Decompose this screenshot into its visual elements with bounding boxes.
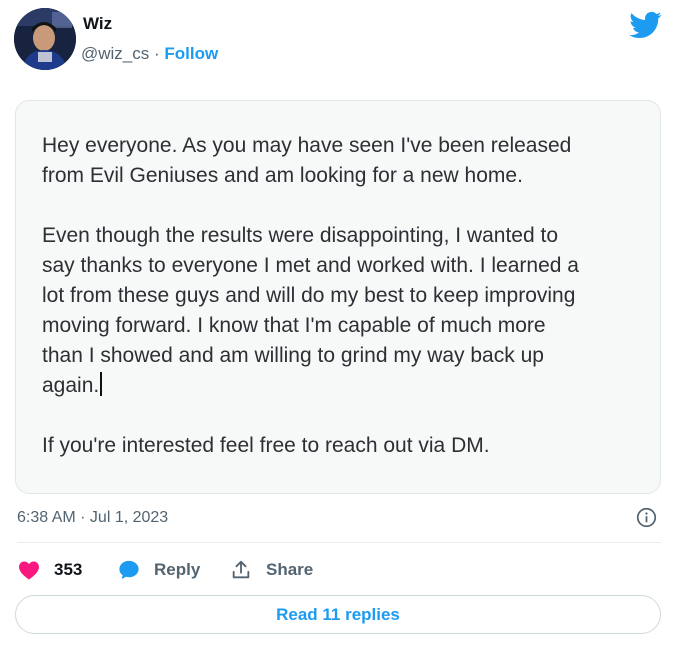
avatar-photo xyxy=(14,8,76,70)
share-label: Share xyxy=(266,560,314,579)
statement-paragraph-2-text: Even though the results were disappointi… xyxy=(42,224,579,397)
statement-paragraph-1: Hey everyone. As you may have seen I've … xyxy=(42,134,572,187)
reply-label: Reply xyxy=(154,560,201,579)
like-button[interactable]: 353 xyxy=(18,557,82,583)
statement-text: Hey everyone. As you may have seen I've … xyxy=(42,131,642,461)
handle-row: @wiz_cs · Follow xyxy=(81,44,218,64)
reply-bubble-icon xyxy=(119,560,139,580)
follow-button[interactable]: Follow xyxy=(164,44,218,63)
like-count: 353 xyxy=(54,560,83,579)
reply-button[interactable]: Reply xyxy=(118,557,200,583)
user-handle[interactable]: @wiz_cs xyxy=(81,44,149,63)
statement-paragraph-3: If you're interested feel free to reach … xyxy=(42,434,490,457)
statement-paragraph-2: Even though the results were disappointi… xyxy=(42,221,642,401)
handle-separator: · xyxy=(149,44,165,63)
tweet-timestamp[interactable]: 6:38 AM · Jul 1, 2023 xyxy=(17,509,168,527)
info-icon[interactable] xyxy=(636,507,657,528)
tweet-embed: Wiz @wiz_cs · Follow Hey everyone. As yo… xyxy=(0,0,677,648)
avatar[interactable] xyxy=(14,8,76,70)
divider xyxy=(17,542,661,543)
text-cursor xyxy=(100,372,103,396)
display-name[interactable]: Wiz xyxy=(83,14,112,34)
twitter-bird-icon[interactable] xyxy=(628,8,662,42)
read-replies-button[interactable]: Read 11 replies xyxy=(15,595,661,634)
heart-icon xyxy=(19,561,39,580)
share-upload-icon xyxy=(232,560,250,579)
statement-image[interactable]: Hey everyone. As you may have seen I've … xyxy=(15,100,661,494)
share-button[interactable]: Share xyxy=(230,557,313,583)
